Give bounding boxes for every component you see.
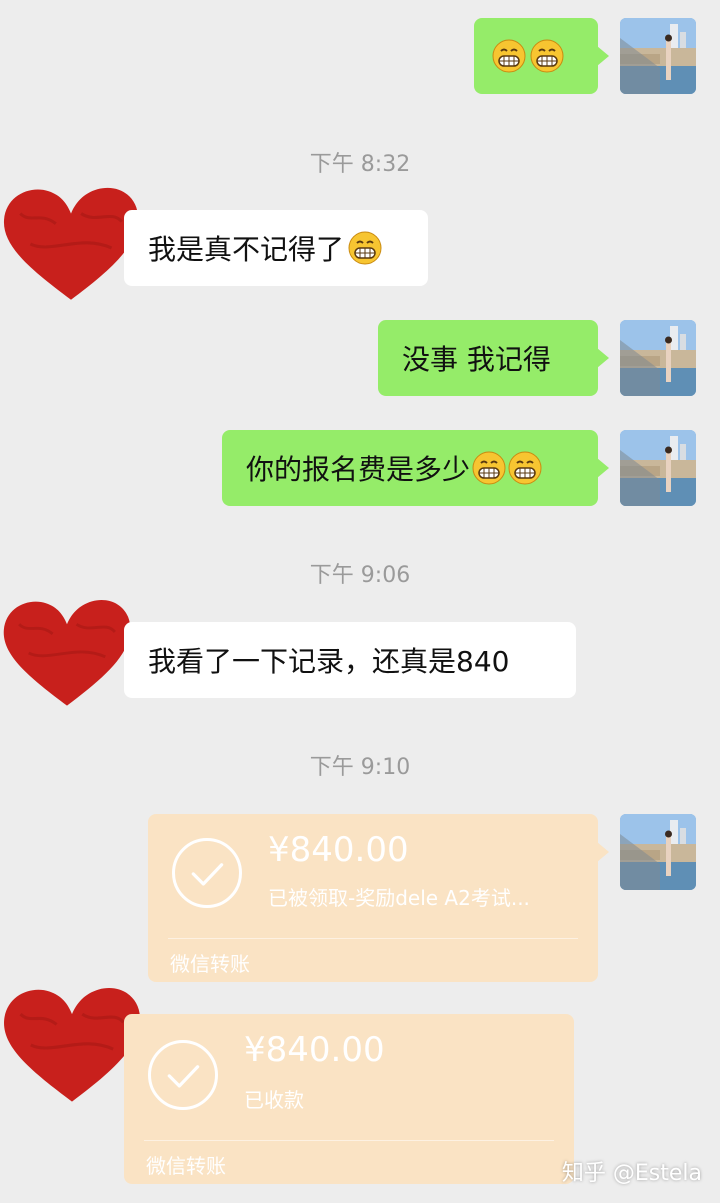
bubble-tail	[597, 46, 609, 66]
my-message-bubble[interactable]: 没事 我记得	[378, 320, 598, 396]
grinning-face-icon	[472, 451, 506, 485]
timestamp: 下午 9:10	[309, 755, 411, 780]
bubble-tail	[597, 842, 609, 862]
divider	[168, 938, 578, 939]
my-avatar[interactable]	[620, 430, 696, 506]
timestamp: 下午 9:06	[309, 563, 411, 588]
my-avatar[interactable]	[620, 18, 696, 94]
transfer-card-received[interactable]: ¥840.00 已收款 微信转账	[124, 1014, 574, 1184]
bubble-tail	[597, 458, 609, 478]
peer-avatar[interactable]	[0, 978, 144, 1112]
watermark: 知乎 @Estela	[561, 1161, 702, 1186]
transfer-status: 已收款	[244, 1088, 304, 1112]
message-text: 我看了一下记录，还真是840	[148, 645, 510, 678]
my-message-bubble[interactable]: 你的报名费是多少	[222, 430, 598, 506]
transfer-amount: ¥840.00	[268, 830, 409, 870]
my-avatar[interactable]	[620, 814, 696, 890]
transfer-label: 微信转账	[146, 1154, 226, 1178]
check-circle-icon	[172, 838, 242, 908]
peer-avatar[interactable]	[0, 180, 142, 308]
message-text: 你的报名费是多少	[246, 453, 471, 486]
grinning-face-icon	[530, 39, 564, 73]
my-avatar[interactable]	[620, 320, 696, 396]
grinning-face-icon	[348, 231, 382, 265]
my-message-emoji-bubble[interactable]	[474, 18, 598, 94]
divider	[144, 1140, 554, 1141]
timestamp: 下午 8:32	[309, 152, 411, 177]
transfer-status: 已被领取-奖励dele A2考试...	[268, 886, 530, 910]
peer-avatar[interactable]	[0, 592, 134, 714]
transfer-amount: ¥840.00	[244, 1030, 385, 1070]
grinning-face-icon	[508, 451, 542, 485]
their-message-bubble[interactable]: 我是真不记得了	[124, 210, 428, 286]
bubble-tail	[597, 348, 609, 368]
message-text: 没事 我记得	[402, 343, 551, 376]
their-message-bubble[interactable]: 我看了一下记录，还真是840	[124, 622, 576, 698]
message-text: 我是真不记得了	[148, 233, 345, 266]
transfer-card-sent[interactable]: ¥840.00 已被领取-奖励dele A2考试... 微信转账	[148, 814, 598, 982]
transfer-label: 微信转账	[170, 952, 250, 976]
grinning-face-icon	[492, 39, 526, 73]
check-circle-icon	[148, 1040, 218, 1110]
